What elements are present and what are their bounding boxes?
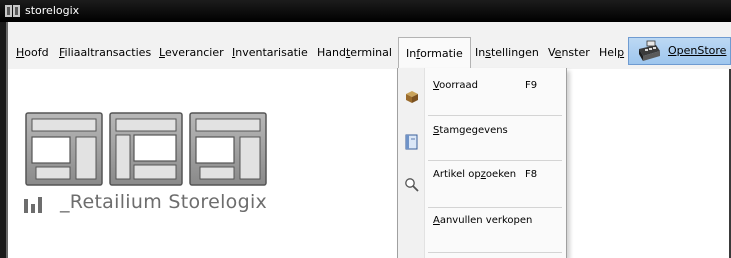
menu-item-artikel-opzoeken-shortcut: F8 — [525, 169, 538, 180]
logo-tagline: _Retailium Storelogix — [20, 191, 280, 217]
book-icon — [405, 134, 418, 150]
menu-item-stamgegevens[interactable]: Stamgegevens — [398, 116, 566, 160]
menu-item-stamgegevens-label: Stamgegevens — [433, 125, 508, 136]
menu-filiaaltransacties[interactable]: Filiaaltransacties — [59, 43, 151, 63]
menu-item-artikel-opzoeken-label: Artikel opzoeken — [433, 169, 517, 180]
menu-inventarisatie[interactable]: Inventarisatie — [232, 43, 308, 63]
menu-help[interactable]: Help — [599, 43, 624, 63]
cash-register-icon — [639, 40, 660, 61]
menu-handterminal[interactable]: Handterminal — [317, 43, 392, 63]
menu-item-aanvullen-verkopen[interactable]: Aanvullen verkopen — [398, 208, 566, 252]
main-content: _Retailium Storelogix — [8, 69, 729, 258]
dropdown-separator — [428, 252, 562, 253]
title-bar: storelogix — [0, 0, 731, 22]
menu-item-voorraad-shortcut: F9 — [525, 80, 538, 91]
menu-bar: Hoofd Filiaaltransacties Leverancier Inv… — [8, 22, 731, 69]
window-title: storelogix — [25, 4, 80, 17]
menu-leverancier[interactable]: Leverancier — [159, 43, 224, 63]
menu-item-voorraad[interactable]: Voorraad F9 — [398, 69, 566, 113]
aca-logo — [25, 112, 267, 186]
magnifier-icon — [405, 178, 419, 192]
informatie-dropdown: Voorraad F9 Stamgegevens Artikel opzoeke… — [397, 68, 567, 258]
menu-hoofd[interactable]: Hoofd — [16, 43, 49, 63]
openstore-button[interactable]: OpenStore — [628, 37, 731, 65]
menu-informatie[interactable]: Informatie — [398, 37, 471, 69]
menu-item-aanvullen-verkopen-label: Aanvullen verkopen — [433, 215, 533, 226]
menu-instellingen[interactable]: Instellingen — [475, 43, 539, 63]
app-icon — [5, 5, 20, 17]
openstore-label: OpenStore — [668, 44, 727, 57]
menu-venster[interactable]: Venster — [548, 43, 590, 63]
menu-item-voorraad-label: Voorraad — [433, 80, 478, 91]
menu-item-artikel-opzoeken[interactable]: Artikel opzoeken F8 — [398, 161, 566, 205]
bar-chart-icon — [24, 197, 42, 213]
box-icon — [406, 91, 418, 103]
tagline-text: _Retailium Storelogix — [60, 191, 268, 213]
